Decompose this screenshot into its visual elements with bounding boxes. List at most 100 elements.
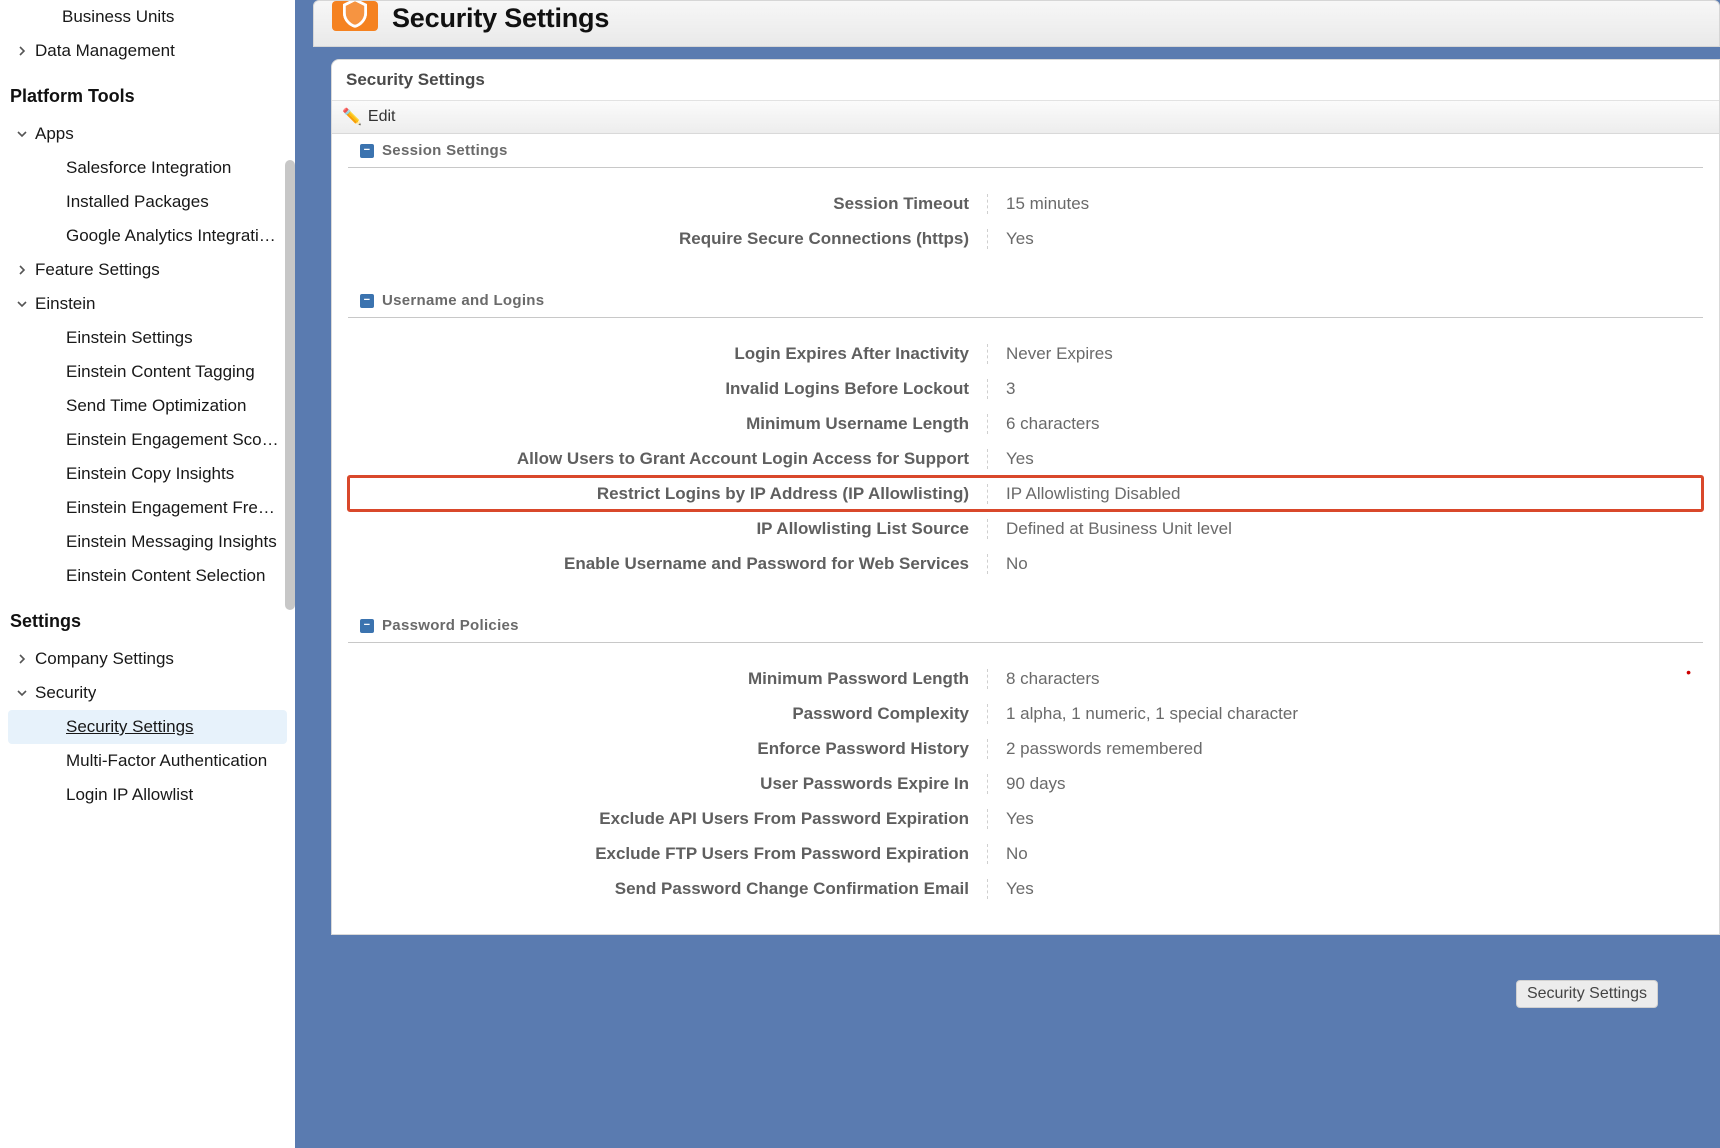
nav-item[interactable]: Einstein Content Selection xyxy=(8,559,287,593)
card-title: Security Settings xyxy=(332,60,1719,101)
settings-value: No xyxy=(988,554,1028,574)
sidebar-scrollbar[interactable] xyxy=(285,160,295,610)
section-password-policies[interactable]: − Password Policies xyxy=(348,609,1703,643)
settings-value: Yes xyxy=(988,449,1034,469)
settings-row: Minimum Password Length8 characters xyxy=(348,661,1703,696)
settings-label: Exclude FTP Users From Password Expirati… xyxy=(348,844,988,864)
settings-label: Login Expires After Inactivity xyxy=(348,344,988,364)
settings-row: Login Expires After InactivityNever Expi… xyxy=(348,336,1703,371)
main-content: Setup Security Settings Security Setting… xyxy=(295,0,1720,1148)
pencil-icon: ✏️ xyxy=(342,107,362,127)
settings-label: Allow Users to Grant Account Login Acces… xyxy=(348,449,988,469)
settings-label: Minimum Username Length xyxy=(348,414,988,434)
collapse-icon: − xyxy=(360,294,374,308)
nav-label: Einstein Content Tagging xyxy=(66,362,255,382)
nav-label: Login IP Allowlist xyxy=(66,785,193,805)
chevron-right-icon xyxy=(9,265,35,275)
nav-item[interactable]: Einstein Engagement Freq… xyxy=(8,491,287,525)
settings-row: User Passwords Expire In90 days xyxy=(348,766,1703,801)
settings-value: Defined at Business Unit level xyxy=(988,519,1232,539)
shield-icon xyxy=(332,1,378,31)
page-header: Setup Security Settings xyxy=(313,0,1720,47)
nav-label: Business Units xyxy=(62,7,174,27)
section-username-logins[interactable]: − Username and Logins xyxy=(348,284,1703,318)
settings-value: Yes xyxy=(988,229,1034,249)
nav-header-platform-tools: Platform Tools xyxy=(8,68,287,117)
settings-label: Invalid Logins Before Lockout xyxy=(348,379,988,399)
settings-row: Minimum Username Length6 characters xyxy=(348,406,1703,441)
nav-label: Einstein Settings xyxy=(66,328,193,348)
nav-item[interactable]: Einstein Settings xyxy=(8,321,287,355)
settings-value: No xyxy=(988,844,1028,864)
settings-row: Password Complexity1 alpha, 1 numeric, 1… xyxy=(348,696,1703,731)
settings-label: Enable Username and Password for Web Ser… xyxy=(348,554,988,574)
tooltip-security-settings: Security Settings xyxy=(1516,980,1658,1008)
section-title: Username and Logins xyxy=(382,292,544,309)
settings-value: IP Allowlisting Disabled xyxy=(988,484,1181,504)
nav-item[interactable]: Salesforce Integration xyxy=(8,151,287,185)
nav-item[interactable]: Einstein Messaging Insights xyxy=(8,525,287,559)
nav-label: Einstein Engagement Freq… xyxy=(66,498,283,518)
settings-value: 15 minutes xyxy=(988,194,1089,214)
edit-label: Edit xyxy=(368,108,396,126)
nav-item[interactable]: Company Settings xyxy=(8,642,287,676)
settings-label: Require Secure Connections (https) xyxy=(348,229,988,249)
nav-label: Company Settings xyxy=(35,649,174,669)
settings-value: 8 characters xyxy=(988,669,1100,689)
sidebar-nav: Business Units Data Management Platform T… xyxy=(0,0,295,1148)
nav-label: Installed Packages xyxy=(66,192,209,212)
nav-item[interactable]: Security Settings xyxy=(8,710,287,744)
nav-label: Einstein xyxy=(35,294,95,314)
nav-item[interactable]: Feature Settings xyxy=(8,253,287,287)
nav-item[interactable]: Einstein Engagement Scor… xyxy=(8,423,287,457)
edit-button[interactable]: ✏️ Edit xyxy=(332,101,1719,134)
settings-label: Password Complexity xyxy=(348,704,988,724)
nav-label: Feature Settings xyxy=(35,260,160,280)
section-title: Session Settings xyxy=(382,142,508,159)
nav-label: Einstein Content Selection xyxy=(66,566,265,586)
nav-item[interactable]: Apps xyxy=(8,117,287,151)
nav-label: Security Settings xyxy=(66,717,194,737)
settings-value: 2 passwords remembered xyxy=(988,739,1203,759)
nav-item[interactable]: Login IP Allowlist xyxy=(8,778,287,812)
divider-pattern xyxy=(313,47,1720,59)
nav-label: Apps xyxy=(35,124,74,144)
settings-label: Session Timeout xyxy=(348,194,988,214)
nav-label: Salesforce Integration xyxy=(66,158,231,178)
settings-row: Allow Users to Grant Account Login Acces… xyxy=(348,441,1703,476)
nav-item[interactable]: Einstein Content Tagging xyxy=(8,355,287,389)
settings-row: IP Allowlisting List SourceDefined at Bu… xyxy=(348,511,1703,546)
nav-item[interactable]: Google Analytics Integrati… xyxy=(8,219,287,253)
nav-item[interactable]: Data Management xyxy=(8,34,287,68)
chevron-right-icon xyxy=(9,46,35,56)
section-session-settings[interactable]: − Session Settings xyxy=(348,134,1703,168)
nav-item[interactable]: Einstein Copy Insights xyxy=(8,457,287,491)
settings-row: Send Password Change Confirmation EmailY… xyxy=(348,871,1703,906)
nav-item[interactable]: Security xyxy=(8,676,287,710)
security-settings-card: Security Settings ✏️ Edit − Session Sett… xyxy=(331,59,1720,935)
chevron-down-icon xyxy=(9,129,35,139)
nav-label: Einstein Copy Insights xyxy=(66,464,234,484)
chevron-down-icon xyxy=(9,688,35,698)
nav-label: Data Management xyxy=(35,41,175,61)
settings-row: Enable Username and Password for Web Ser… xyxy=(348,546,1703,581)
nav-item[interactable]: Installed Packages xyxy=(8,185,287,219)
settings-label: Enforce Password History xyxy=(348,739,988,759)
settings-label: IP Allowlisting List Source xyxy=(348,519,988,539)
page-title: Security Settings xyxy=(392,3,609,34)
settings-label: Send Password Change Confirmation Email xyxy=(348,879,988,899)
nav-item[interactable]: Einstein xyxy=(8,287,287,321)
collapse-icon: − xyxy=(360,144,374,158)
nav-item[interactable]: Send Time Optimization xyxy=(8,389,287,423)
nav-label: Einstein Engagement Scor… xyxy=(66,430,283,450)
collapse-icon: − xyxy=(360,619,374,633)
settings-row: Exclude API Users From Password Expirati… xyxy=(348,801,1703,836)
settings-label: Restrict Logins by IP Address (IP Allowl… xyxy=(348,484,988,504)
nav-item[interactable]: Multi-Factor Authentication xyxy=(8,744,287,778)
settings-value: 1 alpha, 1 numeric, 1 special character xyxy=(988,704,1298,724)
settings-value: 90 days xyxy=(988,774,1066,794)
nav-label: Multi-Factor Authentication xyxy=(66,751,267,771)
chevron-down-icon xyxy=(9,299,35,309)
nav-item[interactable]: Business Units xyxy=(8,0,287,34)
settings-row: Require Secure Connections (https)Yes xyxy=(348,221,1703,256)
